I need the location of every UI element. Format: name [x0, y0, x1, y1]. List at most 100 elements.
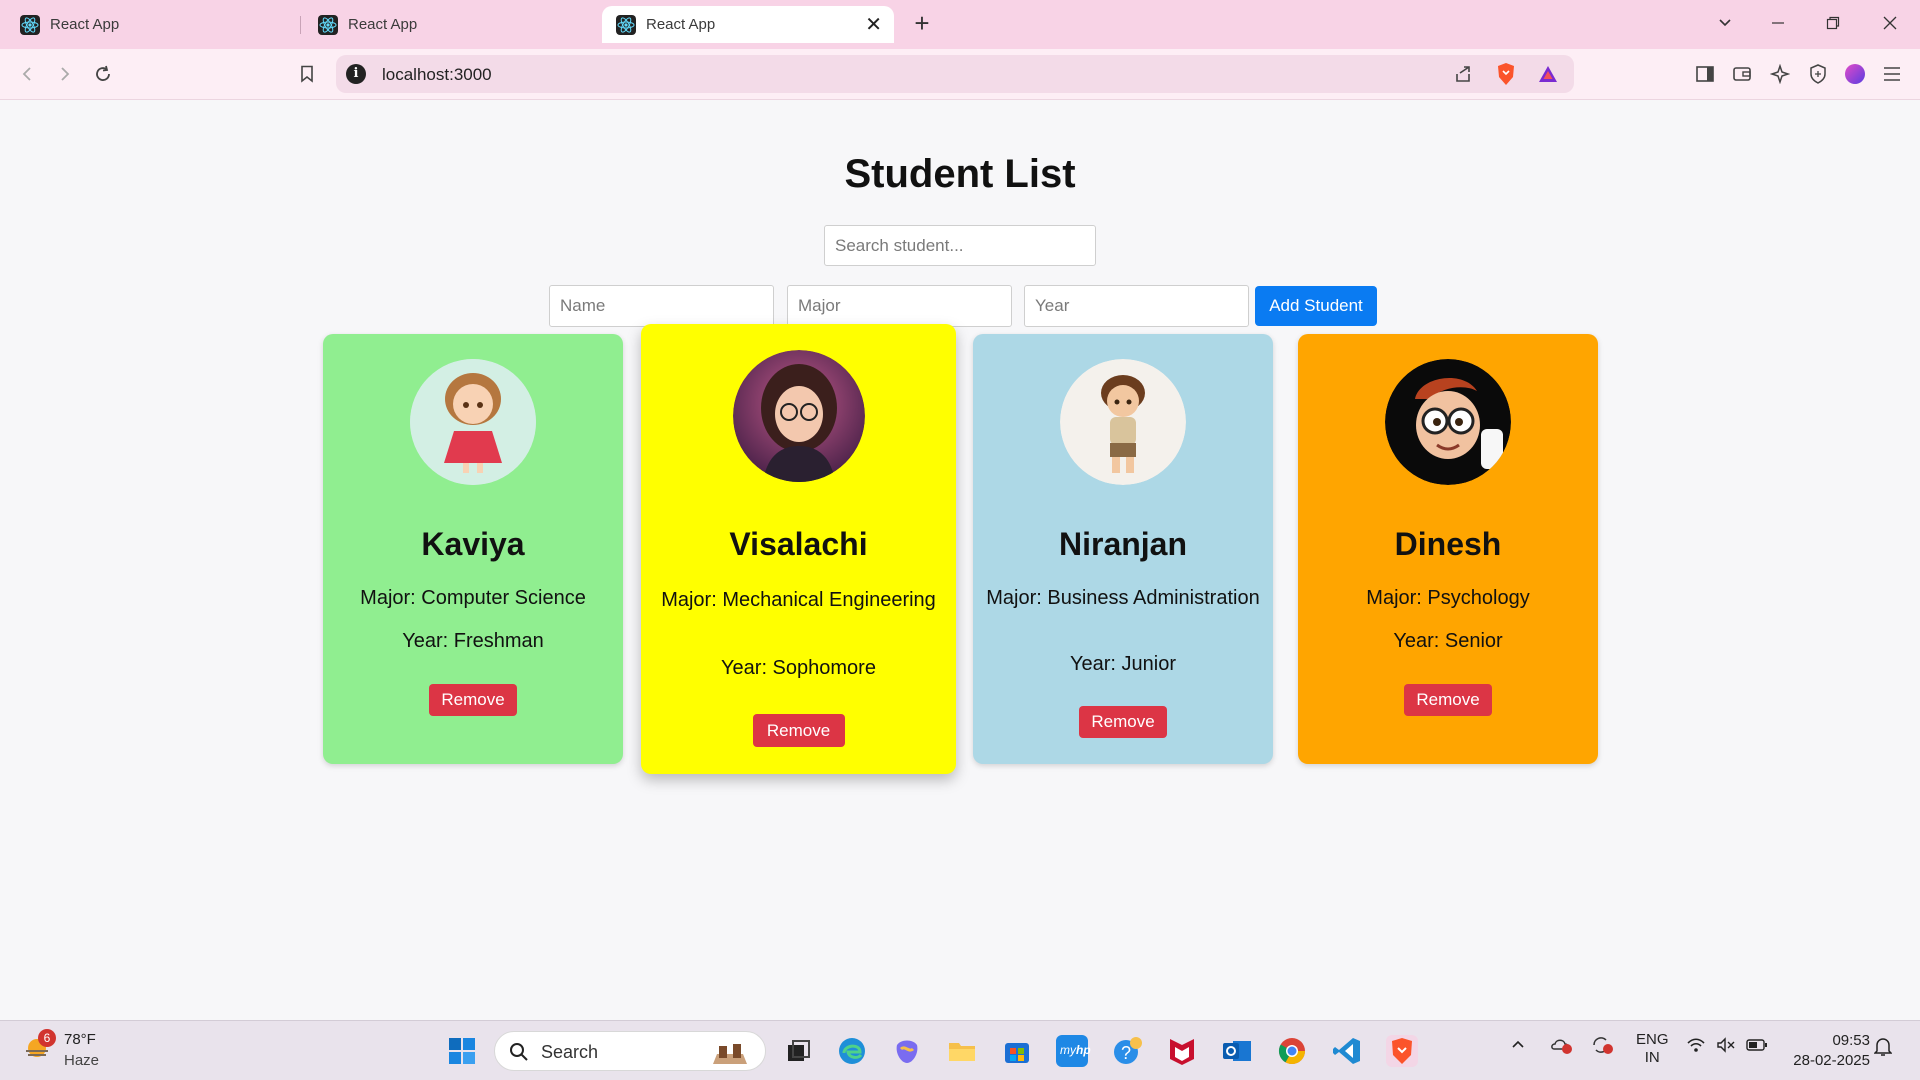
language-indicator[interactable]: ENG IN	[1636, 1031, 1669, 1067]
battery-icon[interactable]	[1746, 1037, 1768, 1057]
region-code: IN	[1644, 1049, 1660, 1066]
page-viewport: Student List Add Student Kaviya Major: C…	[0, 100, 1920, 1020]
volume-muted-icon[interactable]	[1716, 1037, 1736, 1057]
forward-icon[interactable]	[50, 59, 80, 89]
leo-ai-icon[interactable]	[1765, 59, 1795, 89]
copilot-icon[interactable]	[891, 1035, 923, 1067]
profile-avatar-icon[interactable]	[1840, 59, 1870, 89]
clock[interactable]: 09:53 28-02-2025	[1786, 1031, 1870, 1071]
avatar	[732, 350, 865, 482]
student-card: Visalachi Major: Mechanical Engineering …	[641, 324, 956, 774]
student-name: Kaviya	[421, 526, 525, 562]
vscode-icon[interactable]	[1331, 1035, 1363, 1067]
avatar	[1385, 359, 1511, 485]
student-name: Dinesh	[1394, 526, 1502, 562]
tab-1[interactable]: React App	[8, 6, 298, 43]
weather-desc: Haze	[64, 1052, 100, 1069]
search-input[interactable]	[824, 225, 1096, 266]
taskbar-search[interactable]: Search	[494, 1031, 766, 1071]
major-field[interactable]	[787, 285, 1012, 327]
add-student-button[interactable]: Add Student	[1255, 286, 1377, 326]
search-highlight-icon	[713, 1044, 747, 1064]
student-year: Year: Junior	[1070, 653, 1176, 675]
weather-badge: 6	[38, 1029, 56, 1047]
language-code: ENG	[1636, 1031, 1669, 1048]
windows-start-icon[interactable]	[446, 1035, 478, 1067]
tab-2-title: React App	[348, 16, 418, 33]
avatar	[1060, 359, 1186, 485]
weather-icon[interactable]: 6	[22, 1029, 56, 1063]
notifications-bell-icon[interactable]	[1873, 1037, 1893, 1061]
edge-icon[interactable]	[836, 1035, 868, 1067]
student-name: Visalachi	[729, 526, 868, 562]
tab-2[interactable]: React App	[306, 6, 596, 43]
mcafee-icon[interactable]	[1166, 1035, 1198, 1067]
minimize-window-icon[interactable]	[1763, 10, 1793, 36]
clock-date: 28-02-2025	[1793, 1052, 1870, 1069]
student-major: Major: Computer Science	[360, 587, 586, 609]
microsoft-store-icon[interactable]	[1001, 1035, 1033, 1067]
student-year: Year: Freshman	[402, 630, 544, 652]
file-explorer-icon[interactable]	[946, 1035, 978, 1067]
student-name: Niranjan	[1058, 526, 1188, 562]
tab-separator	[300, 16, 301, 34]
task-view-icon[interactable]	[782, 1035, 814, 1067]
url-text: localhost:3000	[382, 65, 492, 84]
name-field[interactable]	[549, 285, 774, 327]
show-hidden-icons-icon[interactable]	[1510, 1037, 1526, 1057]
remove-button[interactable]: Remove	[1404, 684, 1492, 716]
remove-button[interactable]: Remove	[752, 714, 845, 747]
onedrive-error-icon[interactable]	[1550, 1035, 1574, 1059]
get-help-icon[interactable]: ?	[1111, 1035, 1143, 1067]
taskbar: 6 78°F Haze Search myhp ? ENG IN 09:53 2…	[0, 1020, 1920, 1080]
search-icon	[510, 1043, 528, 1061]
year-field[interactable]	[1024, 285, 1249, 327]
tab-3-title: React App	[646, 16, 716, 33]
bookmark-icon[interactable]	[292, 59, 322, 89]
student-year: Year: Senior	[1393, 630, 1503, 652]
react-icon	[20, 14, 40, 35]
brave-rewards-icon[interactable]	[1533, 59, 1563, 89]
tab-3-active[interactable]: React App ✕	[602, 6, 894, 43]
share-icon[interactable]	[1448, 59, 1478, 89]
myhp-icon[interactable]: myhp	[1056, 1035, 1091, 1067]
site-info-icon[interactable]: i	[346, 64, 366, 84]
student-major: Major: Business Administration	[986, 587, 1260, 609]
taskbar-search-label: Search	[541, 1042, 599, 1062]
tab-strip: React App React App React App ✕ +	[0, 0, 1920, 49]
menu-icon[interactable]	[1877, 59, 1907, 89]
wallet-icon[interactable]	[1727, 59, 1757, 89]
student-card: Dinesh Major: Psychology Year: Senior Re…	[1298, 334, 1598, 764]
new-tab-button[interactable]: +	[907, 8, 937, 39]
student-card: Niranjan Major: Business Administration …	[973, 334, 1273, 764]
back-icon[interactable]	[12, 59, 42, 89]
tab-search-chevron-icon[interactable]	[1710, 10, 1740, 36]
svg-text:?: ?	[1121, 1043, 1131, 1063]
weather-temp: 78°F	[64, 1031, 96, 1048]
brave-browser-icon[interactable]	[1386, 1035, 1418, 1067]
reload-icon[interactable]	[88, 59, 118, 89]
wifi-icon[interactable]	[1686, 1037, 1706, 1057]
sidebar-toggle-icon[interactable]	[1690, 59, 1720, 89]
clock-time: 09:53	[1832, 1032, 1870, 1049]
outlook-icon[interactable]	[1221, 1035, 1253, 1067]
vpn-shield-icon[interactable]	[1803, 59, 1833, 89]
remove-button[interactable]: Remove	[429, 684, 517, 716]
react-icon	[616, 14, 636, 35]
remove-button[interactable]: Remove	[1079, 706, 1167, 738]
student-major: Major: Psychology	[1366, 587, 1530, 609]
brave-shields-icon[interactable]	[1491, 59, 1521, 89]
close-tab-icon[interactable]: ✕	[865, 12, 882, 37]
close-window-icon[interactable]	[1875, 10, 1905, 36]
browser-toolbar: i localhost:3000	[0, 49, 1920, 100]
tab-1-title: React App	[50, 16, 120, 33]
student-year: Year: Sophomore	[721, 657, 876, 679]
page-title: Student List	[844, 152, 1076, 196]
restore-window-icon[interactable]	[1818, 10, 1848, 36]
address-bar[interactable]: i localhost:3000	[336, 55, 1574, 93]
sync-error-icon[interactable]	[1590, 1035, 1614, 1059]
chrome-icon[interactable]	[1276, 1035, 1308, 1067]
avatar	[410, 359, 536, 485]
student-major: Major: Mechanical Engineering	[661, 589, 936, 611]
react-icon	[318, 14, 338, 35]
